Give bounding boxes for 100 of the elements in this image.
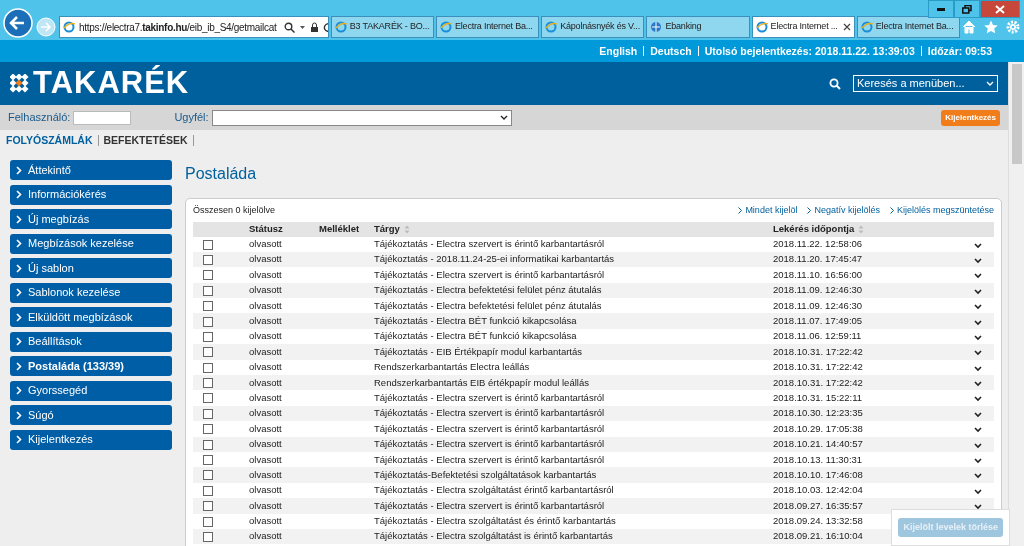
time-text: 2018.11.06. 12:59:11 [773, 330, 862, 342]
time-text: 2018.10.29. 17:05:38 [773, 422, 863, 434]
sidebar-item[interactable]: Áttekintő [10, 160, 172, 180]
subject-text: Tájékoztatás - Electra szolgáltatást és érintő karbantartás [374, 515, 616, 527]
subject-text: Tájékoztatás - Electra szervert is érintő karbantartásról [374, 238, 605, 250]
subject-text: Tájékoztatás - Electra szervert is érintő karbantartásról [374, 438, 605, 450]
last-login-text: Utolsó bejelentkezés: 2018.11.22. 13:39:03 [697, 46, 921, 56]
subject-text: Tájékoztatás - Electra befektetési felület pénz átutalás [374, 299, 602, 311]
logo-text: TAKARÉK [33, 64, 190, 103]
time-text: 2018.11.09. 12:46:30 [773, 284, 863, 296]
subject-text: Tájékoztatás - Electra BÉT funkció kikapcsolása [374, 330, 577, 342]
time-text: 2018.11.20. 17:45:47 [773, 253, 863, 265]
time-text: 2018.09.21. 16:10:04 [773, 530, 863, 542]
time-text: 2018.10.03. 12:42:04 [773, 484, 863, 496]
status-text: olvasott [249, 253, 282, 265]
subject-text: Tájékoztatás - Electra szervert is érintő karbantartásról [374, 407, 605, 419]
status-text: olvasott [249, 315, 282, 326]
tab-label: B3 TAKARÉK - BO... [349, 20, 430, 34]
subject-text: Rendszerkarbantartás Electra leállás [374, 361, 530, 373]
client-label: Ugyfél: [174, 110, 209, 126]
sidebar-item[interactable]: Új sablon [10, 258, 172, 278]
status-text: olvasott [249, 499, 282, 511]
sidebar-item[interactable]: Súgó [10, 405, 172, 425]
time-text: 2018.10.30. 12:23:35 [773, 407, 863, 419]
time-text: 2018.10.10. 17:46:08 [773, 468, 863, 480]
browser-tab[interactable]: Kápolnásnyék és V... [541, 16, 645, 38]
sidebar-item[interactable]: Gyorssegéd [10, 380, 172, 401]
subject-text: Tájékoztatás - Electra szervert is érintő karbantartásról [374, 422, 605, 434]
subject-text: Tájékoztatás - Electra befektetési felület pénz átutalás [374, 284, 602, 296]
time-text: 2018.09.27. 16:35:57 [773, 499, 863, 511]
menu-search-select[interactable]: Keresés a menüben... [853, 75, 998, 92]
user-label: Felhasználó: [8, 110, 71, 126]
selection-link[interactable]: Kijelölés megszüntetése [896, 205, 994, 215]
status-text: olvasott [249, 268, 282, 280]
session-timer: Időzár: 09:53 [920, 46, 998, 56]
subject-text: Tájékoztatás - Electra szolgáltatást érintő karbantartásról [374, 484, 614, 496]
sidebar-item[interactable]: Sablonok kezelése [10, 282, 172, 303]
subject-text: Tájékoztatás - Electra szolgáltatást is érintő karbantartás [374, 530, 613, 542]
subject-text: Tájékoztatás-Befektetési szolgáltatások karbantartás [374, 468, 597, 480]
sidebar-item[interactable]: Kijelentkezés [10, 429, 172, 450]
subject-text: Rendszerkarbantartás EIB értékpapír modul leállás [374, 376, 589, 388]
status-text: olvasott [249, 299, 282, 311]
status-text: olvasott [249, 484, 282, 496]
address-bar[interactable]: https://electra7.takinfo.hu/eib_ib_S4/getmailcat [59, 16, 329, 38]
status-text: olvasott [249, 530, 282, 542]
browser-tab[interactable]: Electra Internet Ba... [856, 16, 960, 38]
subject-text: Tájékoztatás - Electra szervert is érintő karbantartásról [374, 453, 605, 465]
tab-label: Ebanking [665, 20, 703, 34]
status-text: olvasott [249, 376, 282, 388]
tab-label: Electra Internet Ba... [875, 20, 955, 34]
time-text: 2018.10.21. 14:40:57 [773, 438, 863, 450]
browser-tab[interactable]: B3 TAKARÉK - BO... [330, 16, 434, 38]
sidebar-item[interactable]: Postaláda (133/39) [10, 356, 172, 376]
time-text: 2018.10.31. 15:22:11 [773, 391, 863, 403]
selection-count: Összesen 0 kijelölve [193, 204, 276, 217]
subject-text: Tájékoztatás - EIB Értékpapír modul karbantartás [374, 345, 583, 357]
time-text: 2018.10.31. 17:22:42 [773, 376, 863, 388]
time-text: 2018.11.07. 17:49:05 [773, 315, 863, 326]
status-text: olvasott [249, 330, 282, 342]
selection-link[interactable]: Negatív kijelölés [814, 205, 880, 215]
browser-tab[interactable]: Electra Internet Ba... [436, 16, 540, 38]
tab-label: Electra Internet Ba... [455, 20, 534, 34]
page-title: Postaláda [185, 164, 258, 184]
subject-text: Tájékoztatás - Electra BÉT funkció kikapcsolása [374, 315, 577, 326]
sidebar-item[interactable]: Megbízások kezelése [10, 233, 172, 254]
browser-tab[interactable]: Ebanking [646, 16, 750, 38]
subject-text: Tájékoztatás - Electra szervert is érintő karbantartásról [374, 268, 605, 280]
tab-label: Electra Internet ... [770, 20, 839, 34]
address-text: https://electra7.takinfo.hu/eib_ib_S4/getmailcat [79, 20, 277, 35]
status-text: olvasott [249, 422, 282, 434]
section-tab[interactable]: FOLYÓSZÁMLÁK [6, 134, 99, 146]
status-text: olvasott [249, 515, 282, 527]
status-text: olvasott [249, 391, 282, 403]
time-text: 2018.10.31. 17:22:42 [773, 345, 863, 357]
time-text: 2018.10.31. 17:22:42 [773, 361, 863, 373]
sidebar-item[interactable]: Új megbízás [10, 209, 172, 229]
status-text: olvasott [249, 438, 282, 450]
time-text: 2018.10.13. 11:30:31 [773, 453, 863, 465]
browser-tab[interactable]: Electra Internet ... [751, 16, 855, 38]
subject-text: Tájékoztatás - Electra szervert is érintő karbantartásról [374, 499, 605, 511]
status-text: olvasott [249, 453, 282, 465]
time-text: 2018.11.10. 16:56:00 [773, 268, 863, 280]
selection-link[interactable]: Mindet kijelöl [745, 205, 798, 215]
status-text: olvasott [249, 407, 282, 419]
time-text: 2018.09.24. 13:32:58 [773, 515, 863, 527]
status-text: olvasott [249, 284, 282, 296]
subject-text: Tájékoztatás - 2018.11.24-25-ei informatikai karbantartás [374, 253, 615, 265]
tab-label: Kápolnásnyék és V... [560, 20, 641, 34]
sidebar-item[interactable]: Elküldött megbízások [10, 307, 172, 327]
status-text: olvasott [249, 361, 282, 373]
subject-text: Tájékoztatás - Electra szervert is érintő karbantartásról [374, 391, 605, 403]
section-tab[interactable]: BEFEKTETÉSEK [103, 134, 194, 146]
sidebar-item[interactable]: Beállítások [10, 331, 172, 352]
status-text: olvasott [249, 345, 282, 357]
column-header[interactable]: Tárgy [374, 222, 410, 234]
status-text: olvasott [249, 468, 282, 480]
sidebar-item[interactable]: Információkérés [10, 184, 172, 205]
status-text: olvasott [249, 238, 282, 250]
time-text: 2018.11.22. 12:58:06 [773, 238, 863, 250]
time-text: 2018.11.09. 12:46:30 [773, 299, 863, 311]
